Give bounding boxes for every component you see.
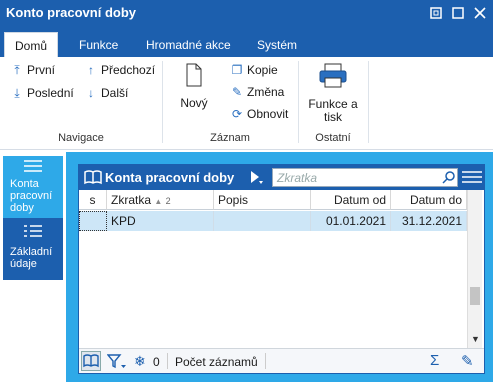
filter-count: 0 <box>153 355 160 369</box>
tab-system[interactable]: Systém <box>257 38 297 52</box>
scrollbar-thumb[interactable] <box>470 287 480 305</box>
arrow-down-icon: ↓ <box>88 86 94 100</box>
edit-icon[interactable]: ✎ <box>461 352 474 370</box>
filter-icon[interactable] <box>106 354 127 373</box>
funkce-a-tisk-button[interactable]: Funkce a tisk <box>304 63 362 124</box>
cell-s <box>79 211 107 231</box>
kopie-button[interactable]: ❐ Kopie <box>230 63 278 77</box>
scroll-down-icon[interactable]: ▼ <box>471 334 480 344</box>
divider <box>298 61 299 143</box>
record-count-label[interactable]: Počet záznamů <box>175 355 258 369</box>
close-icon[interactable] <box>471 4 489 22</box>
column-header-popis[interactable]: Popis <box>214 190 311 210</box>
dalsi-button[interactable]: ↓ Další <box>84 86 128 100</box>
group-label-navigace: Navigace <box>58 132 104 144</box>
search-input[interactable]: Zkratka <box>272 168 458 187</box>
tab-domu[interactable]: Domů <box>4 32 59 57</box>
arrow-up-first-icon: ⤒ <box>14 63 20 77</box>
book-icon[interactable] <box>81 351 101 371</box>
snowflake-icon[interactable]: ❄ <box>134 353 146 370</box>
divider <box>167 353 168 369</box>
tab-hromadne-akce[interactable]: Hromadné akce <box>146 38 231 52</box>
column-header-s[interactable]: s <box>79 190 107 210</box>
panel-title: Konta pracovní doby <box>105 170 235 185</box>
column-header-datum-od[interactable]: Datum od <box>311 190 391 210</box>
sidebar-item-konta-pracovni-doby[interactable]: Konta pracovní doby <box>3 156 63 218</box>
browse-panel: Konta pracovní doby Zkratka s Zkratka ▲ … <box>78 164 485 374</box>
novy-button[interactable]: Nový <box>175 63 213 110</box>
list-icon <box>24 225 42 237</box>
copy-icon: ❐ <box>231 63 243 77</box>
printer-icon <box>318 63 348 92</box>
tab-funkce[interactable]: Funkce <box>79 38 118 52</box>
arrow-up-icon: ↑ <box>88 63 94 77</box>
obnovit-button[interactable]: ⟳ Obnovit <box>230 107 288 121</box>
book-icon <box>84 169 102 188</box>
new-document-icon <box>184 63 204 90</box>
menu-icon[interactable] <box>462 170 482 187</box>
search-icon[interactable] <box>442 170 456 187</box>
vertical-scrollbar[interactable]: ▼ <box>467 190 482 348</box>
cell-datum-do: 31.12.2021 <box>391 211 467 231</box>
ribbon-tabs: Domů Funkce Hromadné akce Systém <box>0 26 493 57</box>
sidebar: Konta pracovní doby Základní údaje <box>0 152 66 382</box>
play-arrow-icon[interactable] <box>249 170 263 187</box>
column-header-zkratka[interactable]: Zkratka ▲ 2 <box>107 190 214 210</box>
sum-icon[interactable]: Σ <box>430 352 439 369</box>
window-title: Konto pracovní doby <box>6 5 136 20</box>
restore-icon[interactable] <box>427 4 445 22</box>
arrow-down-last-icon: ⤓ <box>14 86 20 100</box>
cell-popis <box>214 211 311 231</box>
prvni-button[interactable]: ⤒ První <box>10 63 55 78</box>
column-header-datum-do[interactable]: Datum do <box>391 190 467 210</box>
panel-footer: ❄ 0 Počet záznamů Σ ✎ <box>79 348 484 373</box>
sort-up-icon: ▲ <box>154 197 163 206</box>
sidebar-item-zakladni-udaje[interactable]: Základní údaje <box>3 218 63 280</box>
predchozi-button[interactable]: ↑ Předchozí <box>84 63 155 77</box>
panel-header: Konta pracovní doby Zkratka <box>79 165 484 190</box>
ribbon: ⤒ První ↑ Předchozí ⤓ Poslední ↓ Další Navig… <box>0 57 493 150</box>
divider <box>162 61 163 143</box>
cell-zkratka: KPD <box>107 211 214 231</box>
divider <box>265 353 266 369</box>
menu-icon <box>24 160 42 172</box>
cell-datum-od: 01.01.2021 <box>311 211 391 231</box>
zmena-button[interactable]: ✎ Změna <box>230 85 284 99</box>
refresh-icon: ⟳ <box>231 107 243 121</box>
group-label-ostatni: Ostatní <box>315 132 351 144</box>
title-bar: Konto pracovní doby <box>0 0 493 26</box>
maximize-icon[interactable] <box>449 4 467 22</box>
divider <box>368 61 369 143</box>
posledni-button[interactable]: ⤓ Poslední <box>10 86 73 101</box>
pencil-icon: ✎ <box>231 85 243 99</box>
main-area: Konta pracovní doby Zkratka s Zkratka ▲ … <box>66 152 493 382</box>
group-label-zaznam: Záznam <box>210 132 250 144</box>
